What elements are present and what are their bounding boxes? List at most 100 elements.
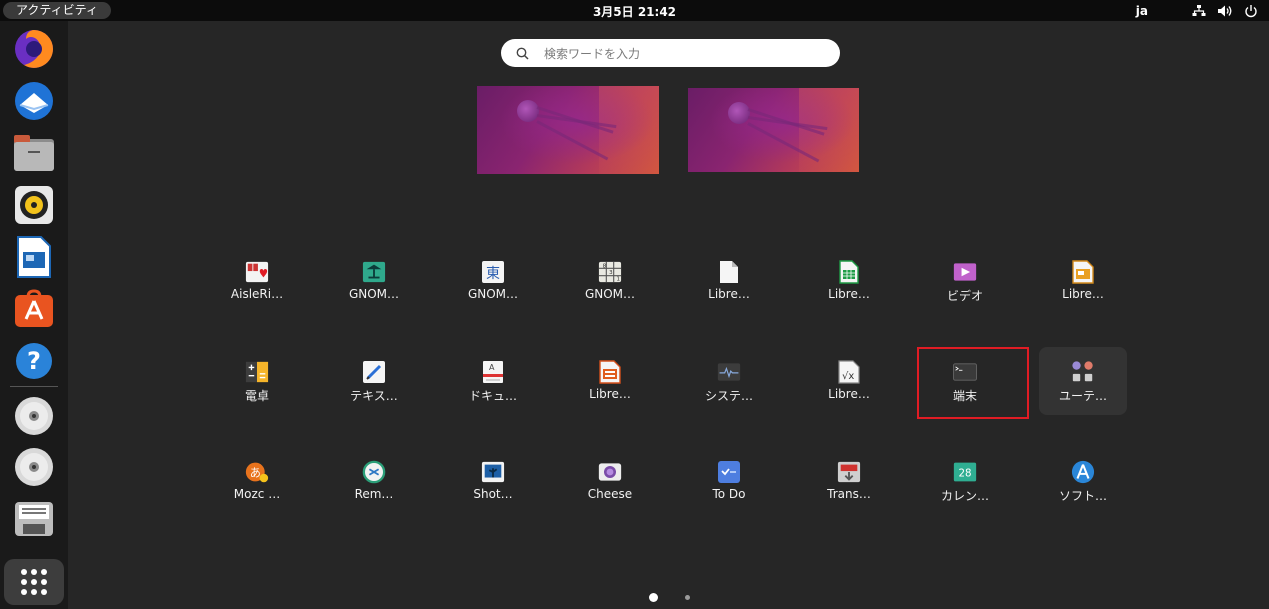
app-folder-utilities[interactable]: ユーテ… <box>1039 347 1127 415</box>
cd-drive-icon[interactable] <box>9 393 59 439</box>
utilities-folder-icon <box>1071 360 1095 384</box>
search-field[interactable]: 検索ワードを入力 <box>501 39 840 67</box>
app-calculator[interactable]: 電卓 <box>213 347 301 415</box>
svg-text:8: 8 <box>603 263 607 269</box>
app-label: GNOM… <box>467 287 519 301</box>
app-label: GNOM… <box>348 287 400 301</box>
app-label: システ… <box>704 389 753 403</box>
app-mozc[interactable]: あ Mozc … <box>213 447 301 515</box>
floppy-drive-icon[interactable] <box>9 496 59 542</box>
desktop-overview: アクティビティ 3月5日 21:42 ja ? 検索ワードを入力 AisleRi… <box>0 0 1269 609</box>
kanji-tile-icon: 東 <box>481 260 505 284</box>
workspace-thumbnail-2[interactable] <box>688 88 859 172</box>
app-transmission[interactable]: Trans… <box>805 447 893 515</box>
app-label: テキス… <box>350 389 398 403</box>
app-label: Cheese <box>587 487 633 501</box>
app-libreoffice[interactable]: Libre… <box>685 247 773 315</box>
app-libreoffice-math[interactable]: √x Libre… <box>805 347 893 415</box>
svg-text:東: 東 <box>486 266 500 282</box>
mozc-icon: あ <box>245 460 269 484</box>
app-document-viewer[interactable]: A ドキュ… <box>449 347 537 415</box>
app-cheese[interactable]: Cheese <box>566 447 654 515</box>
svg-text:あ: あ <box>250 466 261 479</box>
app-gnome-sudoku[interactable]: 831 GNOM… <box>566 247 654 315</box>
app-label: AisleRi… <box>230 287 284 301</box>
mahjongg-icon <box>362 260 386 284</box>
files-icon[interactable] <box>9 130 59 176</box>
dock-separator <box>10 386 58 387</box>
app-label: Libre… <box>828 287 870 301</box>
app-shotwell[interactable]: Shot… <box>449 447 537 515</box>
page-indicator-2[interactable] <box>685 595 690 600</box>
todo-icon <box>717 460 741 484</box>
app-todo[interactable]: To Do <box>685 447 773 515</box>
dock: ? <box>0 21 68 609</box>
app-text-editor[interactable]: テキス… <box>330 347 418 415</box>
impress-icon <box>1071 260 1095 284</box>
svg-text:1: 1 <box>616 276 620 282</box>
app-aisleriot[interactable]: AisleRi… <box>213 247 301 315</box>
app-label: Trans… <box>827 487 871 501</box>
rhythmbox-icon[interactable] <box>9 182 59 228</box>
app-label: Mozc … <box>233 487 281 501</box>
show-apps-button[interactable] <box>4 559 64 605</box>
app-label: Shot… <box>473 487 513 501</box>
sudoku-icon: 831 <box>598 260 622 284</box>
document-viewer-icon: A <box>481 360 505 384</box>
app-label: GNOM… <box>584 287 636 301</box>
remmina-icon <box>362 460 386 484</box>
shotwell-icon <box>481 460 505 484</box>
power-icon[interactable] <box>1243 3 1259 19</box>
search-icon <box>516 46 530 60</box>
calculator-icon <box>245 360 269 384</box>
help-icon[interactable]: ? <box>9 338 59 384</box>
workspace-thumbnail-1[interactable] <box>477 86 659 174</box>
cd-drive-icon[interactable] <box>9 444 59 490</box>
app-label: ユーテ… <box>1058 389 1107 403</box>
app-remmina[interactable]: Rem… <box>330 447 418 515</box>
network-icon[interactable] <box>1191 3 1207 19</box>
system-tray[interactable]: ja <box>1136 2 1259 19</box>
app-system-monitor[interactable]: システ… <box>685 347 773 415</box>
thunderbird-icon[interactable] <box>9 78 59 124</box>
calendar-day: 28 <box>958 467 971 479</box>
volume-icon[interactable] <box>1217 3 1233 19</box>
page-indicator-1[interactable] <box>649 593 658 602</box>
clock[interactable]: 3月5日 21:42 <box>0 3 1269 20</box>
calendar-icon: 28 <box>953 460 977 484</box>
app-libreoffice-impress[interactable]: Libre… <box>1039 247 1127 315</box>
video-icon <box>953 260 977 284</box>
app-videos[interactable]: ビデオ <box>921 247 1009 315</box>
app-label: Libre… <box>708 287 750 301</box>
app-software[interactable]: ソフト… <box>1039 447 1127 515</box>
input-language-indicator[interactable]: ja <box>1136 4 1148 18</box>
firefox-icon[interactable] <box>9 26 59 72</box>
ubuntu-software-icon[interactable] <box>9 286 59 332</box>
app-calendar[interactable]: 28 カレン… <box>921 447 1009 515</box>
libreoffice-writer-icon[interactable] <box>9 234 59 280</box>
document-icon <box>717 260 741 284</box>
cheese-icon <box>598 460 622 484</box>
app-label: ソフト… <box>1058 489 1107 503</box>
transmission-icon <box>837 460 861 484</box>
software-icon <box>1071 460 1095 484</box>
app-label: Libre… <box>828 387 870 401</box>
app-label: カレン… <box>940 489 989 503</box>
text-editor-icon <box>362 360 386 384</box>
calc-icon <box>837 260 861 284</box>
app-label: Rem… <box>354 487 394 501</box>
app-libreoffice-impress[interactable]: Libre… <box>566 347 654 415</box>
top-bar: アクティビティ 3月5日 21:42 ja <box>0 0 1269 21</box>
app-label: 電卓 <box>244 389 269 403</box>
app-gnome-kanji[interactable]: 東 GNOM… <box>449 247 537 315</box>
app-label: Libre… <box>1062 287 1104 301</box>
app-label: ドキュ… <box>468 389 517 403</box>
svg-text:3: 3 <box>609 270 613 276</box>
app-libreoffice-calc[interactable]: Libre… <box>805 247 893 315</box>
app-label: To Do <box>712 487 746 501</box>
system-monitor-icon <box>717 360 741 384</box>
app-label: ビデオ <box>946 289 983 303</box>
app-gnome-mahjongg[interactable]: GNOM… <box>330 247 418 315</box>
terminal-highlight-box <box>917 347 1029 419</box>
search-placeholder: 検索ワードを入力 <box>544 46 641 61</box>
